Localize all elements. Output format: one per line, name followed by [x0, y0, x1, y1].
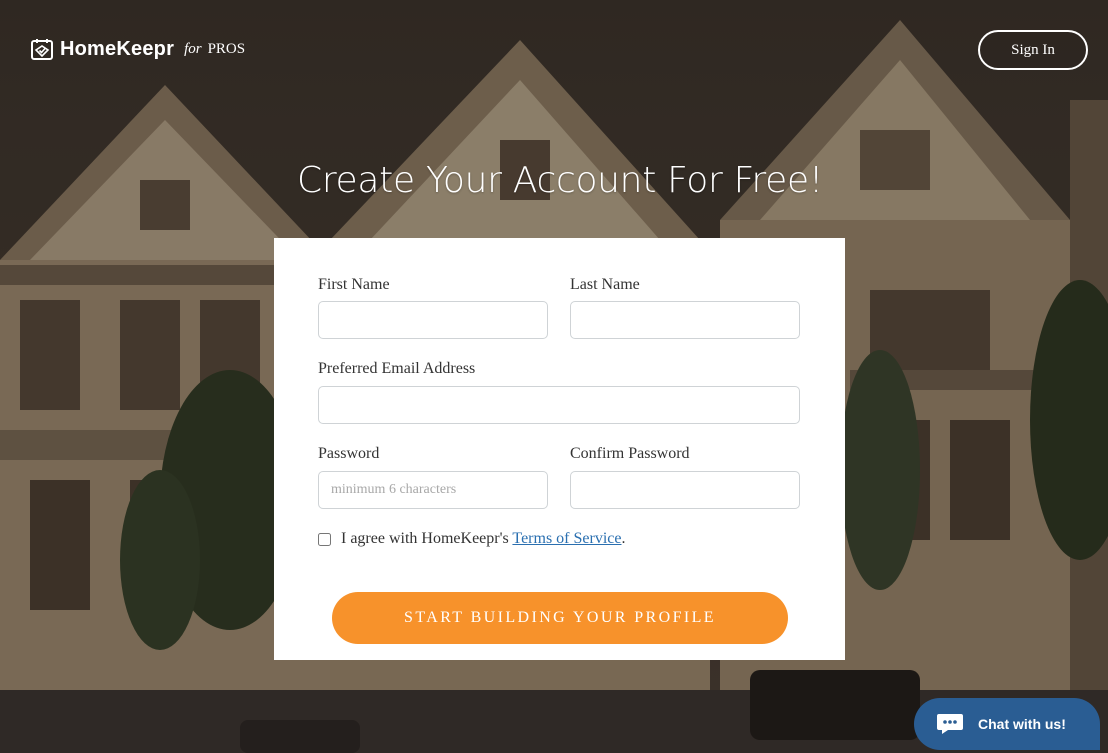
last-name-label: Last Name [570, 276, 640, 293]
terms-text: I agree with HomeKeepr's [341, 530, 509, 547]
chat-bubble-icon [937, 714, 963, 734]
brand-for: for [184, 40, 202, 57]
brand-pros: PROS [207, 40, 246, 57]
chat-label: Chat with us! [978, 716, 1066, 732]
password-label: Password [318, 445, 380, 462]
page-title: Create Your Account For Free! [297, 160, 823, 201]
terms-agreement: I agree with HomeKeepr's Terms of Servic… [318, 530, 625, 548]
logo[interactable]: HomeKeepr for PROS [30, 32, 245, 66]
first-name-input[interactable] [318, 301, 548, 339]
confirm-password-input[interactable] [570, 471, 800, 509]
brand-name: HomeKeepr [60, 37, 175, 60]
terms-of-service-link[interactable]: Terms of Service [512, 530, 621, 547]
start-building-profile-button[interactable]: START BUILDING YOUR PROFILE [332, 592, 788, 644]
terms-checkbox[interactable] [318, 532, 331, 546]
email-label: Preferred Email Address [318, 360, 476, 377]
confirm-password-label: Confirm Password [570, 445, 690, 462]
sign-in-button[interactable]: Sign In [978, 30, 1088, 70]
chat-button[interactable]: Chat with us! [914, 698, 1100, 750]
password-input[interactable] [318, 471, 548, 509]
signup-form: First Name Last Name Preferred Email Add… [274, 238, 845, 660]
email-input[interactable] [318, 386, 800, 424]
terms-period: . [621, 530, 626, 547]
last-name-input[interactable] [570, 301, 800, 339]
logo-icon [31, 39, 53, 60]
first-name-label: First Name [318, 276, 390, 293]
